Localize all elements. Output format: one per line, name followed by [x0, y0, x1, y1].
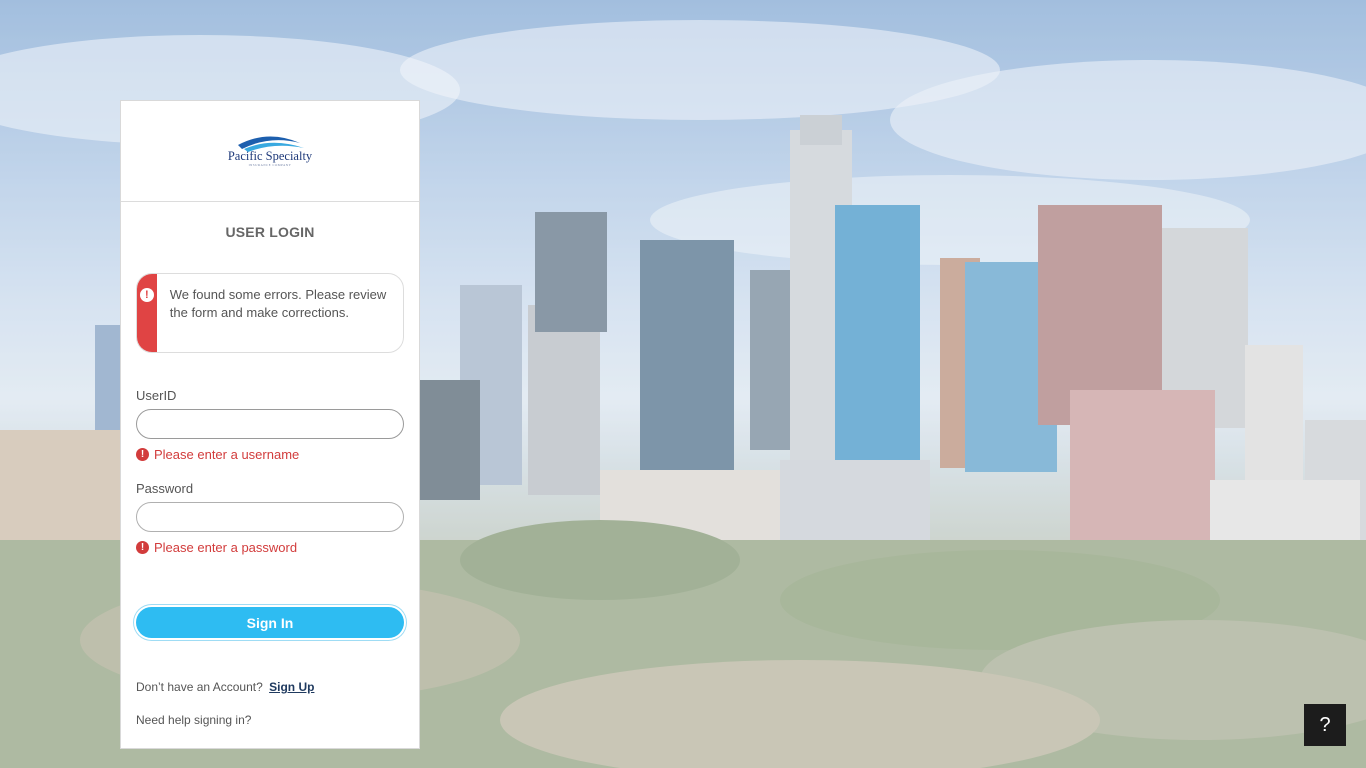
error-icon: ! — [136, 541, 149, 554]
alert-message: We found some errors. Please review the … — [169, 287, 387, 320]
exclamation-circle-icon: ! — [139, 288, 154, 302]
userid-error: ! Please enter a username — [136, 447, 299, 462]
userid-label: UserID — [136, 388, 177, 403]
error-icon: ! — [136, 448, 149, 461]
signup-row: Don’t have an Account? Sign Up — [136, 680, 314, 694]
question-mark-icon: ? — [1319, 714, 1331, 736]
password-error-text: Please enter a password — [154, 540, 298, 555]
userid-input[interactable] — [136, 409, 404, 439]
sign-in-button[interactable]: Sign In — [136, 607, 404, 638]
userid-error-text: Please enter a username — [154, 447, 300, 462]
login-card: Pacific Specialty INSURANCE COMPANY USER… — [120, 100, 420, 749]
logo-header: Pacific Specialty INSURANCE COMPANY — [121, 101, 419, 202]
password-error: ! Please enter a password — [136, 540, 297, 555]
error-alert: ! We found some errors. Please review th… — [136, 273, 404, 353]
help-signing-in-link[interactable]: Need help signing in? — [136, 713, 251, 727]
signup-prompt: Don’t have an Account? — [136, 680, 263, 694]
alert-bar: ! — [137, 274, 157, 352]
pacific-specialty-logo: Pacific Specialty INSURANCE COMPANY — [228, 136, 312, 167]
page-title: USER LOGIN — [225, 224, 315, 240]
help-button[interactable]: ? — [1304, 704, 1346, 746]
sign-up-link[interactable]: Sign Up — [269, 680, 314, 694]
password-input[interactable] — [136, 502, 404, 532]
svg-text:Pacific Specialty: Pacific Specialty — [228, 149, 312, 163]
svg-text:INSURANCE COMPANY: INSURANCE COMPANY — [249, 163, 292, 167]
password-label: Password — [136, 481, 194, 496]
